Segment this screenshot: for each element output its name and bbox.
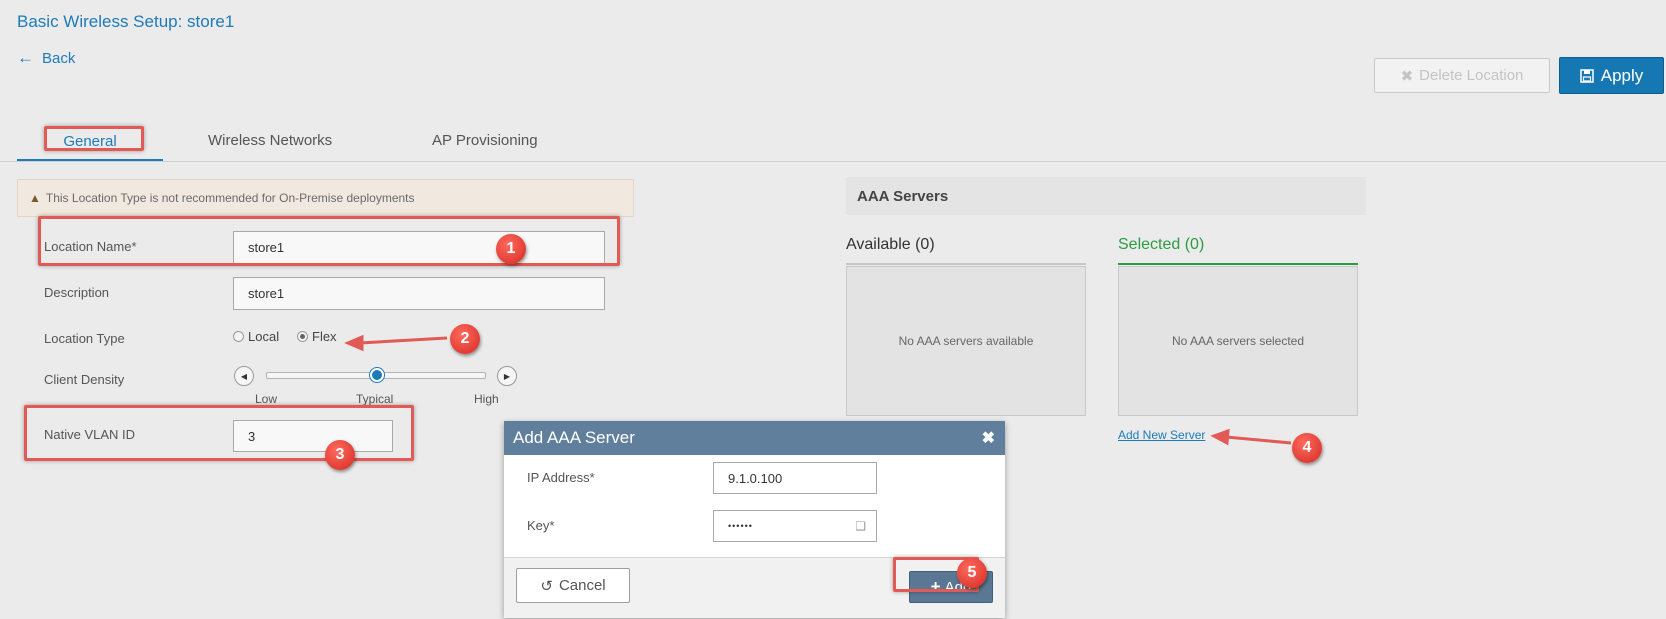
annotation-badge-5: 5 [957,558,987,588]
arrow-to-flex [359,336,448,345]
annotation-badge-1: 1 [496,234,526,264]
arrow-to-add-server [1225,435,1292,445]
arrow-head-flex [344,334,364,352]
annotation-badge-4: 4 [1292,433,1322,463]
annotation-badge-3: 3 [325,440,355,470]
arrow-head-add-server [1210,428,1230,446]
annotation-badge-2: 2 [450,324,480,354]
annotation-arrows [344,334,1292,446]
